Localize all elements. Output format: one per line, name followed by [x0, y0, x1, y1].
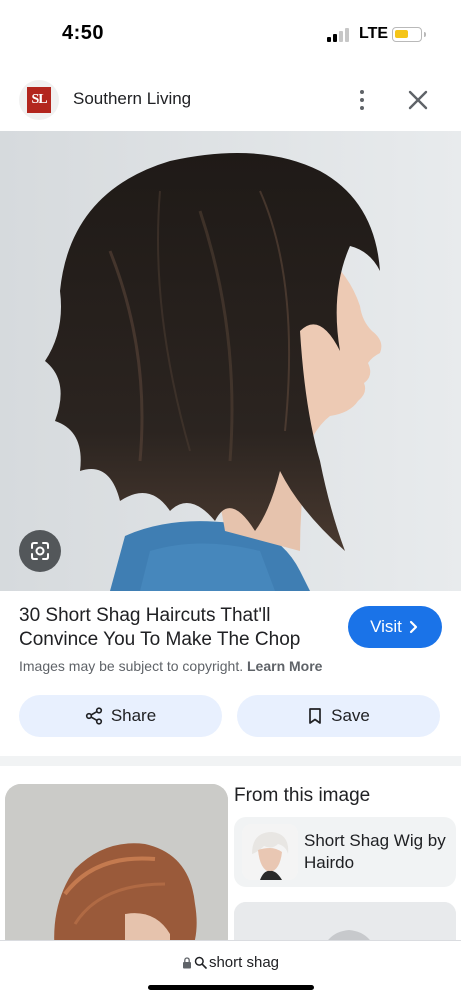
- source-logo-text: SL: [27, 87, 51, 113]
- url-bar[interactable]: short shag: [0, 940, 461, 1000]
- section-divider: [0, 756, 461, 766]
- chevron-right-icon: [409, 620, 418, 634]
- url-query: short shag: [208, 954, 280, 971]
- save-button[interactable]: Save: [237, 695, 440, 737]
- close-icon[interactable]: [404, 86, 432, 114]
- share-label: Share: [110, 706, 157, 725]
- share-button[interactable]: Share: [19, 695, 222, 737]
- product-thumbnail: [242, 824, 298, 880]
- status-time: 4:50: [62, 22, 105, 44]
- source-header: SL Southern Living: [0, 72, 461, 128]
- visit-label: Visit: [370, 617, 402, 636]
- hero-image[interactable]: [0, 131, 461, 591]
- product-card[interactable]: Short Shag Wig by Hairdo: [234, 817, 456, 887]
- share-icon: [85, 707, 102, 725]
- copyright-notice: Images may be subject to copyright. Lear…: [19, 658, 322, 674]
- related-image-card[interactable]: [5, 784, 228, 954]
- from-this-image-heading: From this image: [234, 785, 371, 806]
- copyright-text: Images may be subject to copyright.: [19, 658, 244, 674]
- result-title[interactable]: 30 Short Shag Haircuts That'll Convince …: [19, 604, 329, 652]
- lock-icon: [182, 956, 191, 968]
- visit-button[interactable]: Visit: [348, 606, 442, 648]
- bookmark-icon: [309, 708, 321, 724]
- source-name[interactable]: Southern Living: [73, 89, 191, 109]
- more-vert-icon[interactable]: [350, 86, 374, 114]
- battery-icon: [392, 27, 426, 42]
- google-lens-icon[interactable]: [19, 530, 61, 572]
- learn-more-link[interactable]: Learn More: [247, 658, 322, 674]
- source-logo[interactable]: SL: [19, 80, 59, 120]
- network-type: LTE: [359, 25, 389, 42]
- status-bar: 4:50 LTE: [0, 0, 461, 70]
- search-icon: [194, 956, 207, 969]
- home-indicator[interactable]: [148, 985, 314, 990]
- cellular-signal-icon: [327, 28, 351, 42]
- save-label: Save: [331, 706, 370, 725]
- product-label: Short Shag Wig by Hairdo: [304, 831, 446, 872]
